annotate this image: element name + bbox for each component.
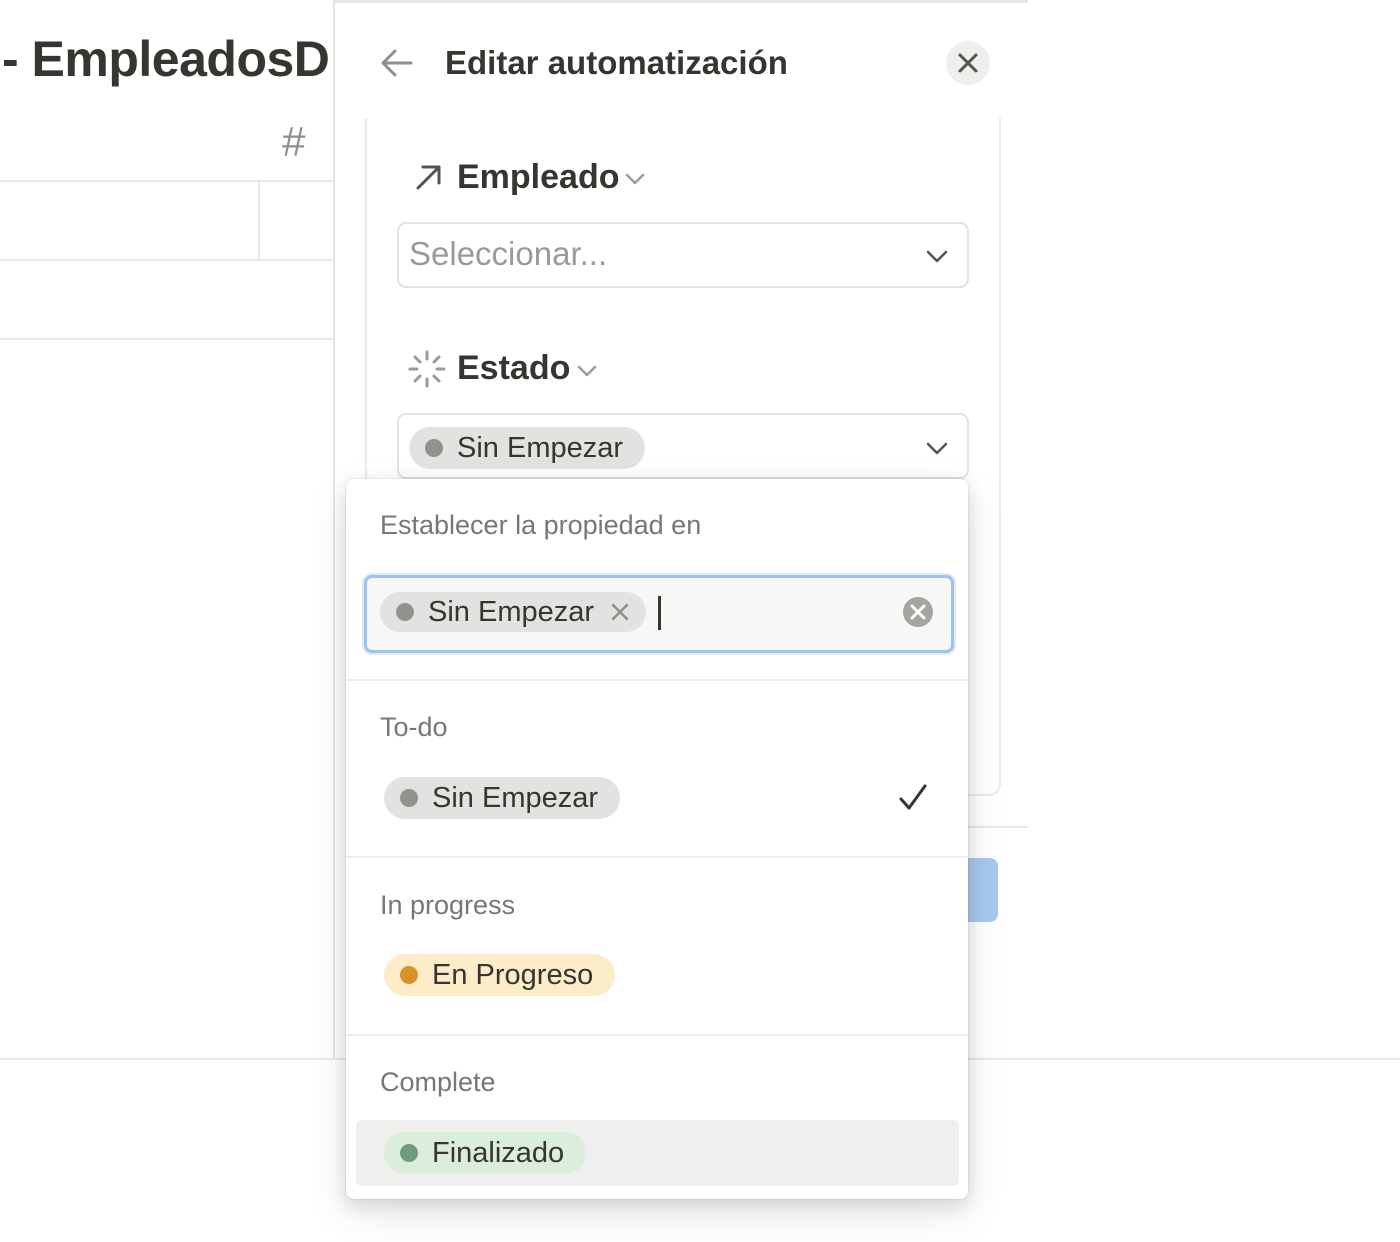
group-header-todo: To-do: [380, 712, 448, 742]
chevron-down-icon: [926, 250, 948, 263]
checkmark-icon: [899, 784, 927, 810]
option-tag: En Progreso: [384, 954, 616, 996]
status-dot: [396, 603, 414, 621]
chevron-down-icon: [926, 442, 948, 455]
selected-status-label: Sin Empezar: [428, 595, 595, 628]
remove-tag-button[interactable]: [610, 602, 630, 622]
estado-select-chevron[interactable]: [924, 435, 950, 461]
option-tag: Finalizado: [384, 1132, 587, 1174]
empleado-icon-wrap: [411, 160, 445, 199]
estado-icon-wrap: [407, 349, 447, 394]
panel-title: Editar automatización: [445, 44, 788, 81]
close-icon: [958, 53, 978, 73]
status-dot: [400, 966, 418, 984]
text-cursor: [658, 596, 661, 630]
table-divider: [0, 259, 333, 261]
estado-value-label: Sin Empezar: [457, 431, 624, 464]
selected-check: [897, 782, 929, 819]
arrow-up-right-icon: [416, 165, 441, 190]
group-header-in-progress: In progress: [380, 890, 516, 920]
option-label: En Progreso: [432, 958, 594, 991]
empleado-placeholder: Seleccionar...: [409, 235, 608, 272]
property-label-empleado[interactable]: Empleado: [457, 158, 619, 197]
arrow-left-icon: [381, 49, 413, 77]
option-label: Finalizado: [432, 1136, 565, 1169]
number-column-icon: #: [282, 118, 306, 165]
dropdown-header: Establecer la propiedad en: [380, 510, 702, 540]
group-divider: [346, 1034, 968, 1036]
page-title: - EmpleadosD: [2, 31, 330, 87]
chevron-down-icon: [577, 365, 597, 377]
clear-search-button[interactable]: [902, 596, 934, 633]
group-divider: [346, 856, 968, 858]
panel-top-border: [333, 0, 1028, 3]
status-dot: [400, 789, 418, 807]
selected-status-tag: Sin Empezar: [380, 592, 647, 632]
status-dot: [400, 1144, 418, 1162]
option-label: Sin Empezar: [432, 781, 599, 814]
table-divider: [0, 180, 333, 182]
status-dot: [425, 439, 443, 457]
estado-chevron[interactable]: [574, 358, 600, 389]
status-spinner-icon: [408, 350, 446, 388]
table-divider: [0, 338, 333, 340]
option-tag: Sin Empezar: [384, 777, 621, 819]
empleado-select-chevron[interactable]: [924, 243, 950, 269]
close-icon: [611, 603, 629, 621]
back-button[interactable]: [378, 44, 416, 82]
group-divider: [346, 679, 968, 681]
estado-value-tag: Sin Empezar: [409, 427, 646, 469]
table-cell-divider: [258, 181, 260, 259]
clear-circle-icon: [903, 597, 933, 627]
chevron-down-icon: [625, 173, 645, 185]
group-header-complete: Complete: [380, 1067, 496, 1097]
panel-footer-divider: [965, 826, 1028, 828]
property-label-estado[interactable]: Estado: [457, 349, 570, 388]
empleado-chevron[interactable]: [622, 166, 648, 197]
close-button[interactable]: [946, 41, 990, 85]
